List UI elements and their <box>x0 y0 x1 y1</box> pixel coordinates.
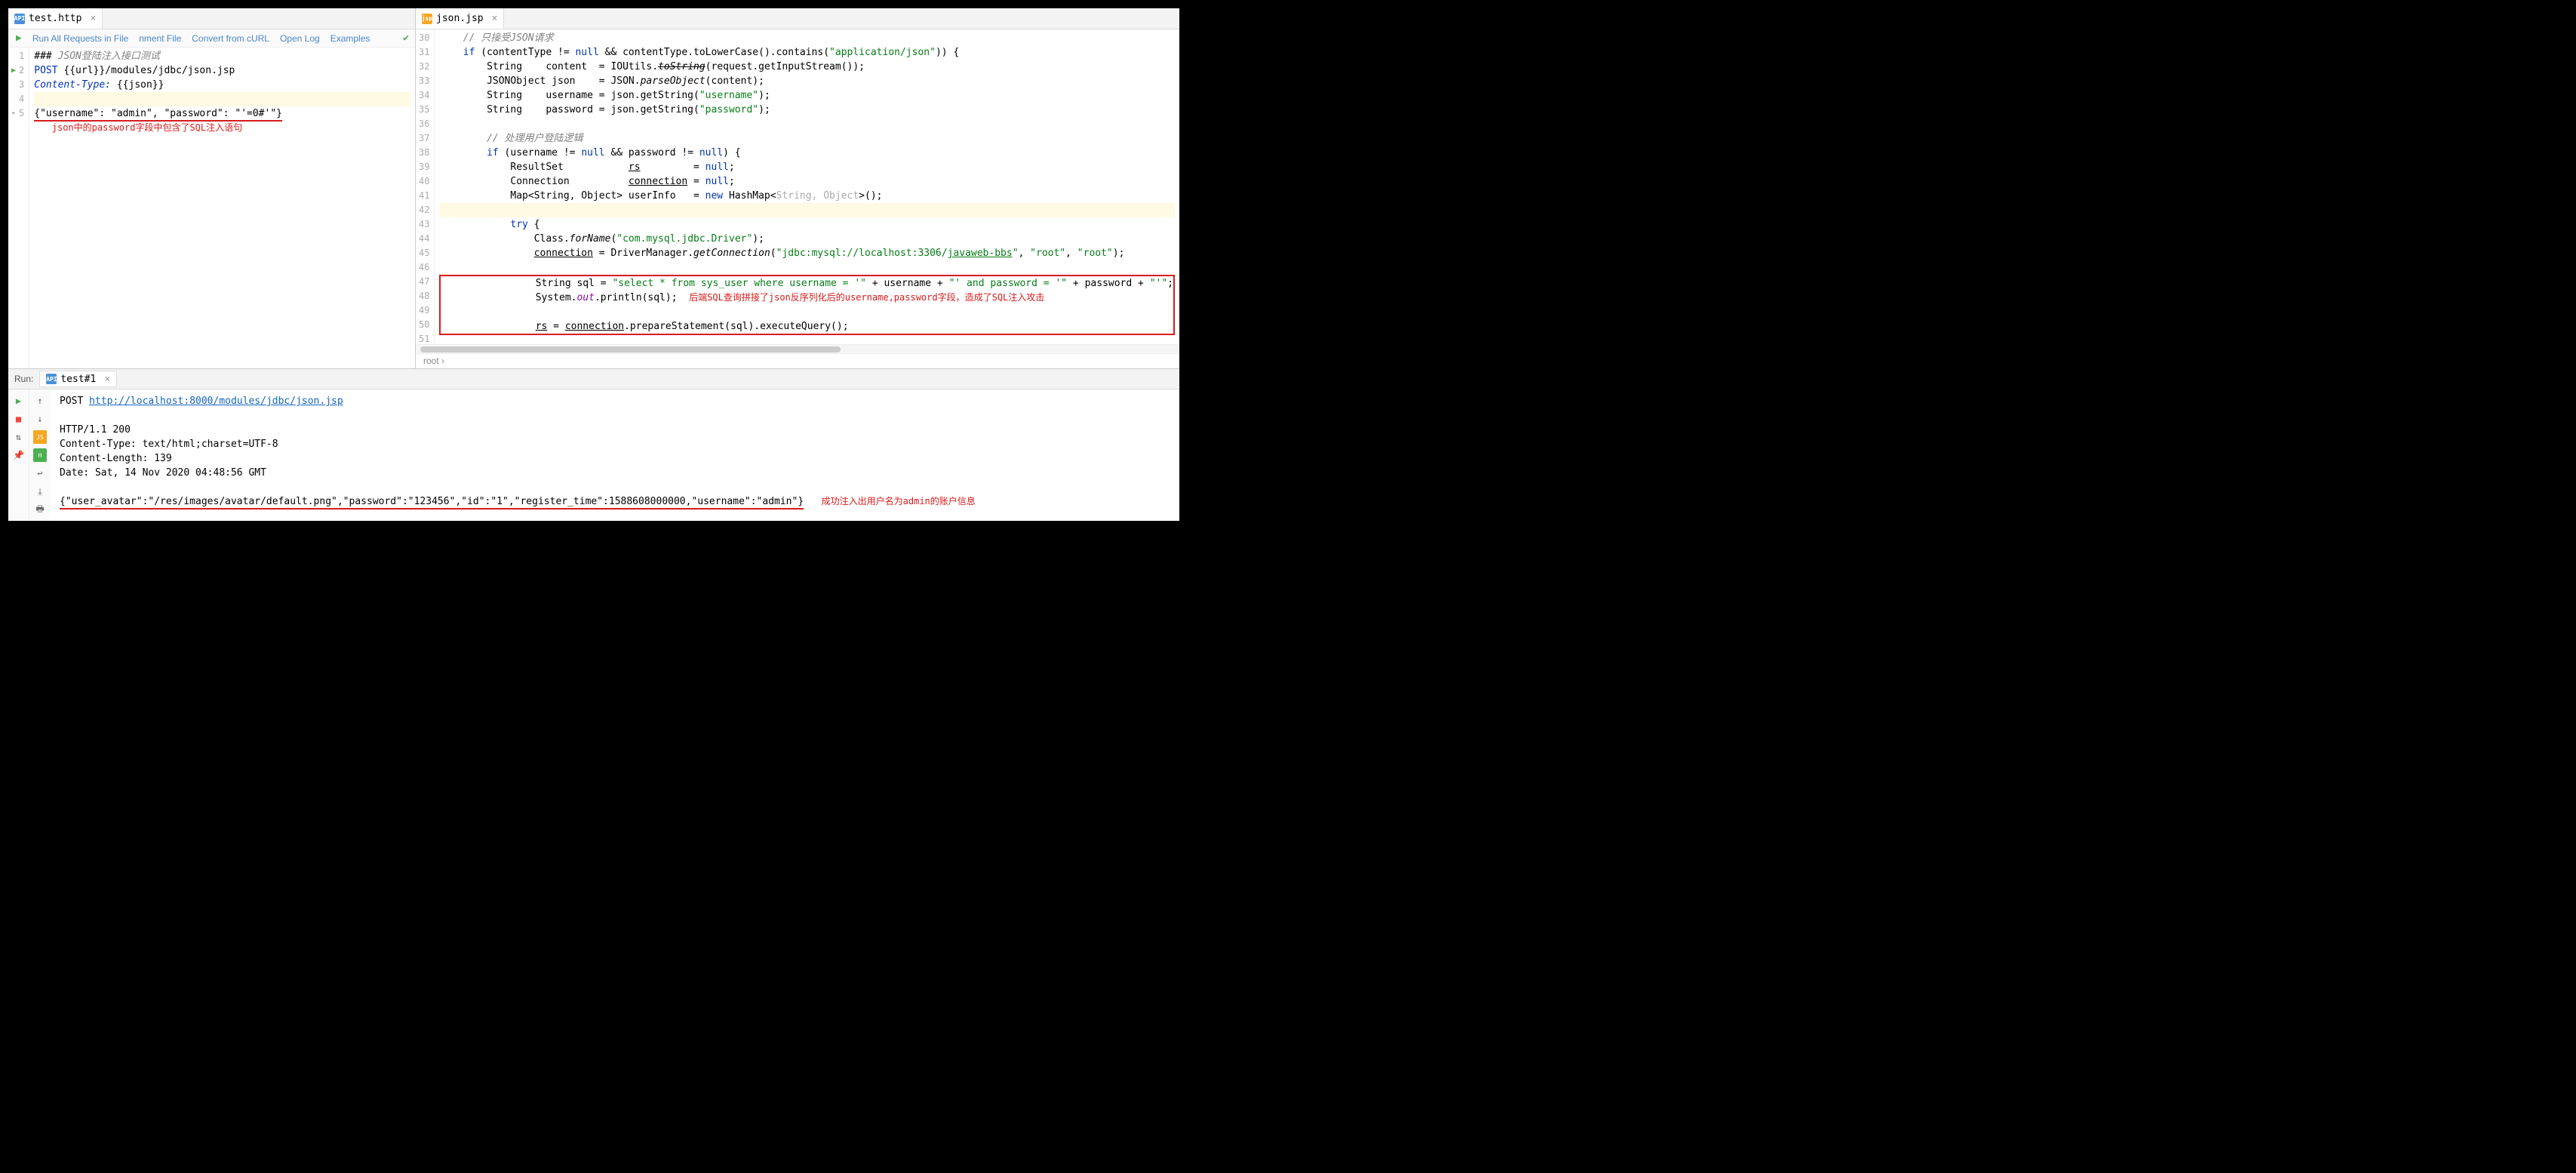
breadcrumb[interactable]: root › <box>416 353 1179 368</box>
stop-icon[interactable]: ■ <box>12 412 26 426</box>
examples-link[interactable]: Examples <box>330 33 370 44</box>
tab-label: json.jsp <box>436 13 484 24</box>
http-toolbar: ▶ Run All Requests in File nment File Co… <box>8 29 415 48</box>
convert-curl-link[interactable]: Convert from cURL <box>192 33 269 44</box>
run-toolbar-right: ↑ ↓ JS H ↩ ⤓ 🖶 <box>29 389 51 521</box>
close-icon[interactable]: × <box>104 374 110 385</box>
down-icon[interactable]: ↓ <box>33 412 47 426</box>
json-icon[interactable]: JS <box>33 430 47 444</box>
left-code[interactable]: ### JSON登陆注入接口测试 POST {{url}}/modules/jd… <box>29 48 415 368</box>
jsp-file-icon: jsp <box>422 14 432 24</box>
http-icon[interactable]: H <box>33 448 47 462</box>
rerun-icon[interactable]: ▶ <box>12 394 26 408</box>
left-editor: API test.http × ▶ Run All Requests in Fi… <box>8 8 416 368</box>
response-url-link[interactable]: http://localhost:8000/modules/jdbc/json.… <box>89 396 343 407</box>
horizontal-scrollbar[interactable] <box>416 344 1179 353</box>
right-gutter: 30 31 32 33 34 35 36 37 38 39 40 41 42 4… <box>416 29 435 344</box>
close-icon[interactable]: × <box>90 13 96 24</box>
annotation-success: 成功注入出用户名为admin的账户信息 <box>822 496 976 506</box>
sql-injection-highlight-box: String sql = "select * from sys_user whe… <box>439 275 1175 335</box>
tab-json-jsp[interactable]: jsp json.jsp × <box>416 8 504 29</box>
scroll-end-icon[interactable]: ⤓ <box>33 485 47 498</box>
open-log-link[interactable]: Open Log <box>280 33 320 44</box>
run-panel: Run: API test#1 × ▶ ■ ⇅ 📌 ↑ ↓ JS H ↩ ⤓ 🖶 <box>8 368 1179 521</box>
request-body: {"username": "admin", "password": "'=0#'… <box>34 108 282 122</box>
run-all-link[interactable]: Run All Requests in File <box>32 33 128 44</box>
console-output[interactable]: POST http://localhost:8000/modules/jdbc/… <box>51 389 1179 521</box>
ide-window: API test.http × ▶ Run All Requests in Fi… <box>8 8 1180 522</box>
up-icon[interactable]: ↑ <box>33 394 47 408</box>
annotation-backend-sql: 后端SQL查询拼接了json反序列化后的username,password字段，… <box>689 292 1044 303</box>
right-code[interactable]: // 只接受JSON请求 if (contentType != null && … <box>435 29 1179 344</box>
annotation-sql-injection-payload: json中的password字段中包含了SQL注入语句 <box>52 122 242 133</box>
nment-file-link[interactable]: nment File <box>139 33 181 44</box>
response-body: {"user_avatar":"/res/images/avatar/defau… <box>60 496 804 510</box>
right-tab-bar: jsp json.jsp × <box>416 8 1179 29</box>
api-file-icon: API <box>14 14 25 24</box>
layout-icon[interactable]: ⇅ <box>12 430 26 444</box>
close-icon[interactable]: × <box>492 13 498 24</box>
pin-icon[interactable]: 📌 <box>12 448 26 462</box>
print-icon[interactable]: 🖶 <box>33 503 47 516</box>
right-editor: jsp json.jsp × 30 31 32 33 34 35 36 37 3… <box>416 8 1179 368</box>
check-icon: ✔ <box>403 32 409 44</box>
run-request-icon[interactable]: ▶ <box>11 63 16 78</box>
run-toolbar-left: ▶ ■ ⇅ 📌 <box>8 389 29 521</box>
tab-test-http[interactable]: API test.http × <box>8 8 103 29</box>
api-file-icon: API <box>46 374 57 384</box>
run-label: Run: <box>14 374 33 384</box>
left-tab-bar: API test.http × <box>8 8 415 29</box>
tab-label: test.http <box>29 13 81 24</box>
run-all-icon[interactable]: ▶ <box>16 32 22 44</box>
run-tab-label: test#1 <box>60 374 96 385</box>
soft-wrap-icon[interactable]: ↩ <box>33 466 47 480</box>
left-gutter: 1 ▶2 3 4 ▸5 <box>8 48 29 368</box>
